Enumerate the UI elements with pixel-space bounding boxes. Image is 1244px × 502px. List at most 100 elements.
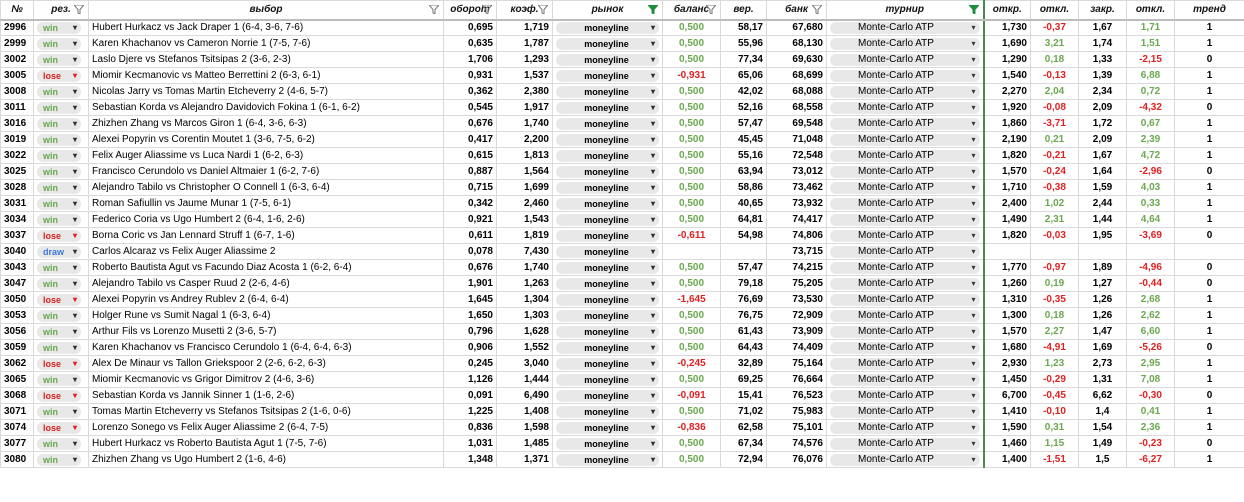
tournament-cell[interactable]: Monte-Carlo ATP ▾	[826, 275, 985, 292]
market-dropdown[interactable]: moneyline ▾	[556, 133, 659, 146]
result-dropdown[interactable]: win ▾	[37, 437, 81, 450]
market-dropdown[interactable]: moneyline ▾	[556, 117, 659, 130]
dropdown-arrow-icon[interactable]: ▾	[651, 263, 655, 272]
market-dropdown[interactable]: moneyline ▾	[556, 229, 659, 242]
filter-icon[interactable]	[427, 4, 441, 16]
market-dropdown[interactable]: moneyline ▾	[556, 37, 659, 50]
result-dropdown[interactable]: lose ▾	[37, 293, 81, 306]
column-header-close[interactable]: закр.	[1078, 0, 1127, 21]
market-cell[interactable]: moneyline ▾	[552, 275, 663, 292]
tournament-dropdown[interactable]: Monte-Carlo ATP ▾	[830, 165, 980, 178]
result-cell[interactable]: lose ▾	[33, 227, 89, 244]
result-dropdown[interactable]: win ▾	[37, 53, 81, 66]
market-dropdown[interactable]: moneyline ▾	[556, 453, 659, 466]
dropdown-arrow-icon[interactable]: ▾	[971, 199, 975, 208]
tournament-cell[interactable]: Monte-Carlo ATP ▾	[826, 451, 985, 468]
column-header-bank[interactable]: банк	[766, 0, 827, 21]
table-row[interactable]: 3071 win ▾ Tomas Martin Etcheverry vs Stefa…	[0, 403, 1244, 420]
market-dropdown[interactable]: moneyline ▾	[556, 213, 659, 226]
dropdown-arrow-icon[interactable]: ▾	[651, 151, 655, 160]
dropdown-arrow-icon[interactable]: ▾	[971, 295, 975, 304]
table-row[interactable]: 3065 win ▾ Miomir Kecmanovic vs Grigor Dimi…	[0, 371, 1244, 388]
tournament-dropdown[interactable]: Monte-Carlo ATP ▾	[830, 293, 980, 306]
tournament-dropdown[interactable]: Monte-Carlo ATP ▾	[830, 133, 980, 146]
tournament-cell[interactable]: Monte-Carlo ATP ▾	[826, 259, 985, 276]
tournament-dropdown[interactable]: Monte-Carlo ATP ▾	[830, 37, 980, 50]
dropdown-arrow-icon[interactable]: ▾	[651, 103, 655, 112]
dropdown-arrow-icon[interactable]: ▾	[73, 231, 77, 240]
column-header-turnover[interactable]: оборот	[443, 0, 497, 21]
dropdown-arrow-icon[interactable]: ▾	[971, 23, 975, 32]
dropdown-arrow-icon[interactable]: ▾	[651, 231, 655, 240]
dropdown-arrow-icon[interactable]: ▾	[651, 327, 655, 336]
result-dropdown[interactable]: lose ▾	[37, 229, 81, 242]
dropdown-arrow-icon[interactable]: ▾	[73, 183, 77, 192]
dropdown-arrow-icon[interactable]: ▾	[971, 167, 975, 176]
dropdown-arrow-icon[interactable]: ▾	[73, 71, 77, 80]
dropdown-arrow-icon[interactable]: ▾	[971, 151, 975, 160]
table-row[interactable]: 3011 win ▾ Sebastian Korda vs Alejandro Dav…	[0, 99, 1244, 116]
table-row[interactable]: 3080 win ▾ Zhizhen Zhang vs Ugo Humbert 2 (…	[0, 451, 1244, 468]
result-dropdown[interactable]: win ▾	[37, 373, 81, 386]
tournament-dropdown[interactable]: Monte-Carlo ATP ▾	[830, 181, 980, 194]
tournament-cell[interactable]: Monte-Carlo ATP ▾	[826, 403, 985, 420]
dropdown-arrow-icon[interactable]: ▾	[971, 455, 975, 464]
market-dropdown[interactable]: moneyline ▾	[556, 293, 659, 306]
market-dropdown[interactable]: moneyline ▾	[556, 373, 659, 386]
filter-icon[interactable]	[704, 4, 718, 16]
tournament-cell[interactable]: Monte-Carlo ATP ▾	[826, 115, 985, 132]
table-row[interactable]: 3016 win ▾ Zhizhen Zhang vs Marcos Giron 1 …	[0, 115, 1244, 132]
market-dropdown[interactable]: moneyline ▾	[556, 149, 659, 162]
market-cell[interactable]: moneyline ▾	[552, 371, 663, 388]
result-cell[interactable]: win ▾	[33, 35, 89, 52]
result-cell[interactable]: win ▾	[33, 435, 89, 452]
market-dropdown[interactable]: moneyline ▾	[556, 101, 659, 114]
tournament-cell[interactable]: Monte-Carlo ATP ▾	[826, 307, 985, 324]
tournament-cell[interactable]: Monte-Carlo ATP ▾	[826, 195, 985, 212]
dropdown-arrow-icon[interactable]: ▾	[73, 87, 77, 96]
market-cell[interactable]: moneyline ▾	[552, 339, 663, 356]
filter-icon[interactable]	[967, 4, 980, 16]
result-dropdown[interactable]: win ▾	[37, 405, 81, 418]
table-row[interactable]: 3002 win ▾ Laslo Djere vs Stefanos Tsitsipa…	[0, 51, 1244, 68]
table-row[interactable]: 3043 win ▾ Roberto Bautista Agut vs Facundo…	[0, 259, 1244, 276]
dropdown-arrow-icon[interactable]: ▾	[73, 343, 77, 352]
column-header-pick[interactable]: выбор	[88, 0, 444, 21]
table-row[interactable]: 3077 win ▾ Hubert Hurkacz vs Roberto Bautis…	[0, 435, 1244, 452]
result-cell[interactable]: win ▾	[33, 147, 89, 164]
market-dropdown[interactable]: moneyline ▾	[556, 277, 659, 290]
result-cell[interactable]: win ▾	[33, 307, 89, 324]
tournament-cell[interactable]: Monte-Carlo ATP ▾	[826, 419, 985, 436]
market-dropdown[interactable]: moneyline ▾	[556, 85, 659, 98]
tournament-cell[interactable]: Monte-Carlo ATP ▾	[826, 51, 985, 68]
dropdown-arrow-icon[interactable]: ▾	[971, 439, 975, 448]
market-cell[interactable]: moneyline ▾	[552, 19, 663, 36]
market-cell[interactable]: moneyline ▾	[552, 115, 663, 132]
dropdown-arrow-icon[interactable]: ▾	[651, 135, 655, 144]
market-cell[interactable]: moneyline ▾	[552, 387, 663, 404]
dropdown-arrow-icon[interactable]: ▾	[971, 87, 975, 96]
table-row[interactable]: 3022 win ▾ Felix Auger Aliassime vs Luca Na…	[0, 147, 1244, 164]
result-cell[interactable]: win ▾	[33, 323, 89, 340]
tournament-dropdown[interactable]: Monte-Carlo ATP ▾	[830, 229, 980, 242]
dropdown-arrow-icon[interactable]: ▾	[73, 279, 77, 288]
dropdown-arrow-icon[interactable]: ▾	[971, 71, 975, 80]
result-cell[interactable]: win ▾	[33, 195, 89, 212]
dropdown-arrow-icon[interactable]: ▾	[971, 215, 975, 224]
dropdown-arrow-icon[interactable]: ▾	[971, 375, 975, 384]
result-cell[interactable]: draw ▾	[33, 243, 89, 260]
market-cell[interactable]: moneyline ▾	[552, 83, 663, 100]
market-cell[interactable]: moneyline ▾	[552, 419, 663, 436]
table-row[interactable]: 3031 win ▾ Roman Safiullin vs Jaume Munar 1…	[0, 195, 1244, 212]
dropdown-arrow-icon[interactable]: ▾	[73, 375, 77, 384]
tournament-cell[interactable]: Monte-Carlo ATP ▾	[826, 83, 985, 100]
tournament-cell[interactable]: Monte-Carlo ATP ▾	[826, 99, 985, 116]
market-cell[interactable]: moneyline ▾	[552, 51, 663, 68]
table-row[interactable]: 3062 lose ▾ Alex De Minaur vs Tallon Grieks…	[0, 355, 1244, 372]
dropdown-arrow-icon[interactable]: ▾	[971, 39, 975, 48]
dropdown-arrow-icon[interactable]: ▾	[73, 263, 77, 272]
dropdown-arrow-icon[interactable]: ▾	[651, 295, 655, 304]
dropdown-arrow-icon[interactable]: ▾	[651, 23, 655, 32]
tournament-dropdown[interactable]: Monte-Carlo ATP ▾	[830, 357, 980, 370]
dropdown-arrow-icon[interactable]: ▾	[73, 327, 77, 336]
